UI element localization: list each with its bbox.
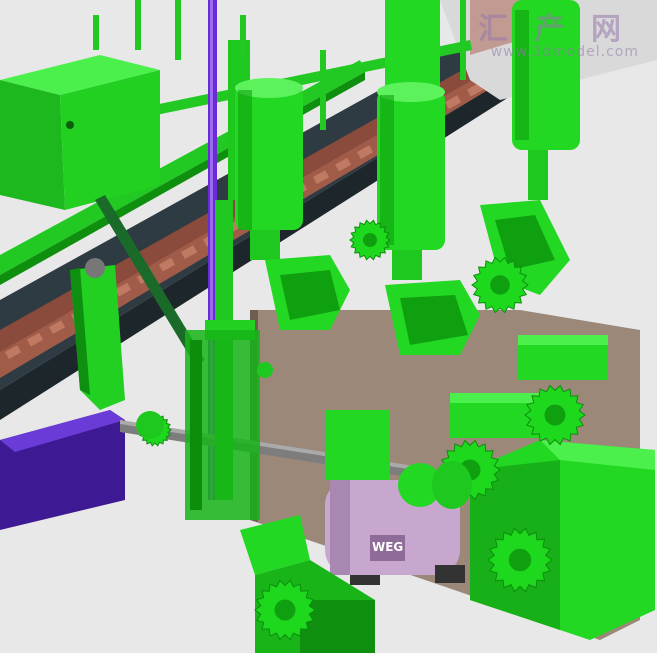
- watermark-logo-icon: 汇 产 网: [478, 12, 629, 47]
- cad-viewport[interactable]: 汇 产 网 www.3dmodel.com WEG: [0, 0, 657, 653]
- sprocket-hub: [274, 599, 296, 621]
- sprocket-hub: [490, 275, 510, 295]
- sprocket-hub: [363, 233, 377, 247]
- cad-scene: [0, 0, 657, 653]
- top-left-green-box: [0, 55, 160, 210]
- sprocket-hub: [544, 404, 566, 426]
- motor-nameplate: WEG: [372, 540, 404, 554]
- watermark-url: www.3dmodel.com: [490, 44, 639, 60]
- sprocket-hub: [508, 548, 532, 572]
